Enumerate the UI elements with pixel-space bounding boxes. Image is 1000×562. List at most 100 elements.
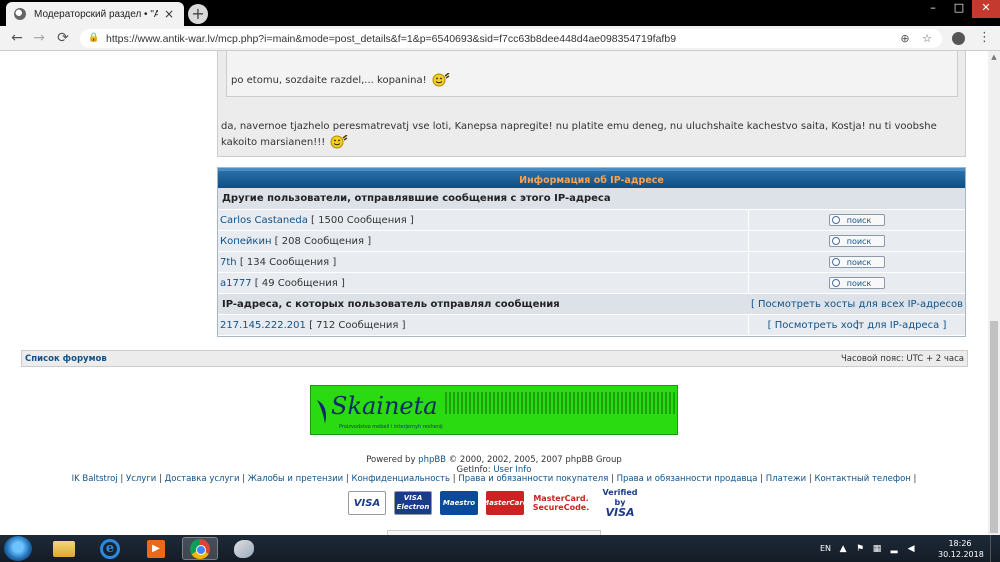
footer-nav-links: IK Baltstroj | Услуги | Доставка услуги … bbox=[71, 474, 917, 484]
magnifier-icon bbox=[832, 237, 840, 245]
user-post-count: [ 134 Сообщения ] bbox=[239, 257, 337, 268]
new-tab-button[interactable]: + bbox=[188, 4, 208, 24]
ip-addresses-header: IP-адреса, с которых пользователь отправ… bbox=[222, 299, 560, 310]
host-cell: [ Посмотреть хост для IP-адреса ] bbox=[749, 315, 965, 335]
footer-link-complaints[interactable]: Жалобы и претензии bbox=[248, 474, 343, 484]
visa-card-icon: VISA bbox=[348, 491, 386, 515]
footer-link-privacy[interactable]: Конфиденциальность bbox=[351, 474, 450, 484]
user-post-count: [ 208 Сообщения ] bbox=[274, 236, 372, 247]
paint-icon bbox=[234, 539, 254, 558]
forum-footer-bar: Список форумов Часовой пояс: UTC + 2 час… bbox=[21, 350, 968, 367]
start-button-icon[interactable] bbox=[4, 536, 32, 561]
search-label: поиск bbox=[846, 215, 872, 225]
minimize-button[interactable]: – bbox=[920, 0, 946, 18]
clock-time: 18:26 bbox=[948, 539, 972, 548]
ip-info-table: Информация об IP-адресе Другие пользоват… bbox=[217, 167, 966, 337]
tray-expand-icon[interactable]: ▲ bbox=[838, 544, 848, 554]
zoom-icon[interactable]: ⊕ bbox=[898, 32, 912, 46]
ip-addresses-header-row: IP-адреса, с которых пользователь отправ… bbox=[218, 294, 965, 331]
taskbar-paint[interactable] bbox=[226, 537, 262, 560]
show-desktop-button[interactable] bbox=[990, 535, 1000, 562]
ip-address-link[interactable]: 217.145.222.201 bbox=[220, 320, 306, 331]
address-bar[interactable]: 🔒 https://www.antik-war.lv/mcp.php?i=mai… bbox=[80, 29, 942, 48]
user-link[interactable]: a1777 bbox=[220, 278, 252, 289]
footer-link-delivery[interactable]: Доставка услуги bbox=[165, 474, 240, 484]
volume-icon[interactable]: ◀ bbox=[906, 544, 916, 554]
browser-tab[interactable]: Модераторский раздел • "ANTIK × bbox=[6, 2, 184, 26]
taskbar-explorer[interactable] bbox=[46, 537, 82, 560]
search-cell: поиск bbox=[749, 231, 965, 251]
view-host-link[interactable]: [ Посмотреть хост для IP-адреса ] bbox=[768, 320, 947, 331]
search-user-posts-button[interactable]: поиск bbox=[829, 214, 885, 226]
back-button[interactable]: ← bbox=[8, 29, 26, 47]
post-body: da, navernoe tjazhelo peresmatrevatj vse… bbox=[221, 119, 956, 151]
search-user-posts-button[interactable]: поиск bbox=[829, 235, 885, 247]
mastercard-card-icon: MasterCard bbox=[482, 491, 528, 515]
language-indicator[interactable]: EN bbox=[820, 544, 831, 553]
flag-icon[interactable]: ⚑ bbox=[855, 544, 865, 554]
banner-logo-text: Skaineta bbox=[331, 392, 438, 420]
taskbar-ie[interactable]: e bbox=[92, 537, 128, 560]
footer-link-payments[interactable]: Платежи bbox=[766, 474, 806, 484]
quote-block: po etomu, sozdaite razdel,... kopanina! bbox=[226, 51, 958, 97]
reload-button[interactable]: ⟳ bbox=[54, 29, 72, 47]
forum-index-link[interactable]: Список форумов bbox=[25, 354, 107, 364]
page-viewport: po etomu, sozdaite razdel,... kopanina! … bbox=[0, 51, 1000, 535]
search-label: поиск bbox=[846, 236, 872, 246]
menu-icon[interactable]: ⋮ bbox=[978, 30, 991, 46]
vbv-top: Verified by bbox=[602, 488, 638, 507]
footer-link-baltstroj[interactable]: IK Baltstroj bbox=[72, 474, 118, 484]
url-text[interactable]: https://www.antik-war.lv/mcp.php?i=main&… bbox=[106, 33, 890, 45]
close-window-button[interactable]: ✕ bbox=[972, 0, 1000, 18]
user-link[interactable]: Carlos Castaneda bbox=[220, 215, 308, 226]
visa-electron-bottom: Electron bbox=[396, 503, 430, 511]
clock-date: 30.12.2018 bbox=[938, 550, 984, 559]
user-link[interactable]: Копейкин bbox=[220, 236, 271, 247]
maximize-button[interactable]: □ bbox=[946, 0, 972, 18]
skaineta-banner[interactable]: Skaineta Proizvodstvo mebeli i interjern… bbox=[310, 385, 678, 435]
account-icon[interactable] bbox=[952, 32, 965, 45]
folder-icon bbox=[53, 540, 75, 557]
user-cell: Carlos Castaneda [ 1500 Сообщения ] bbox=[218, 210, 749, 230]
footer-link-buyer-rights[interactable]: Права и обязанности покупателя bbox=[458, 474, 608, 484]
windows-taskbar: e ▶ EN ▲ ⚑ ▦ ▂ ◀ 18:26 30.12.2018 bbox=[0, 535, 1000, 562]
forward-button[interactable]: → bbox=[30, 29, 48, 47]
quote-text-content: po etomu, sozdaite razdel,... kopanina! bbox=[231, 75, 427, 86]
user-post-count: [ 49 Сообщения ] bbox=[254, 278, 345, 289]
user-link[interactable]: 7th bbox=[220, 257, 237, 268]
page-scrollbar[interactable]: ▲ bbox=[988, 51, 1000, 535]
scrollbar-thumb[interactable] bbox=[990, 321, 998, 533]
ip-post-count: [ 712 Сообщения ] bbox=[309, 320, 406, 331]
smiley-icon bbox=[330, 135, 348, 149]
scroll-up-icon[interactable]: ▲ bbox=[990, 53, 998, 61]
tab-close-icon[interactable]: × bbox=[162, 7, 176, 21]
vbv-bottom: VISA bbox=[605, 506, 635, 519]
timezone-text: Часовой пояс: UTC + 2 часа bbox=[840, 353, 964, 364]
footer-link-phone[interactable]: Контактный телефон bbox=[814, 474, 910, 484]
signal-icon[interactable]: ▂ bbox=[889, 544, 899, 554]
chrome-icon bbox=[190, 538, 210, 559]
tab-strip: Модераторский раздел • "ANTIK × + – □ ✕ bbox=[0, 0, 1000, 26]
taskbar-clock[interactable]: 18:26 30.12.2018 bbox=[938, 538, 984, 560]
user-row: Carlos Castaneda [ 1500 Сообщения ] поис… bbox=[218, 210, 965, 231]
footer-link-seller-rights[interactable]: Права и обязанности продавца bbox=[617, 474, 758, 484]
user-cell: 7th [ 134 Сообщения ] bbox=[218, 252, 749, 272]
star-icon[interactable]: ☆ bbox=[920, 32, 934, 46]
smiley-icon bbox=[432, 73, 450, 87]
search-user-posts-button[interactable]: поиск bbox=[829, 256, 885, 268]
network-icon[interactable]: ▦ bbox=[872, 544, 882, 554]
taskbar-media-player[interactable]: ▶ bbox=[138, 537, 174, 560]
footer-link-services[interactable]: Услуги bbox=[126, 474, 156, 484]
mc-securecode-bottom: SecureCode. bbox=[532, 503, 590, 512]
search-user-posts-button[interactable]: поиск bbox=[829, 277, 885, 289]
magnifier-icon bbox=[832, 216, 840, 224]
user-row: 7th [ 134 Сообщения ] поиск bbox=[218, 252, 965, 273]
post-content: po etomu, sozdaite razdel,... kopanina! … bbox=[217, 51, 966, 157]
taskbar-chrome[interactable] bbox=[182, 537, 218, 560]
verified-by-visa-icon: Verified by VISA bbox=[598, 488, 642, 519]
user-post-count: [ 1500 Сообщения ] bbox=[311, 215, 414, 226]
banner-tagline: Proizvodstvo mebeli i interjernyh reshen… bbox=[339, 424, 443, 430]
lock-icon[interactable]: 🔒 bbox=[88, 34, 99, 43]
maestro-card-icon: Maestro bbox=[440, 491, 478, 515]
phpbb-link[interactable]: phpBB bbox=[418, 455, 446, 465]
